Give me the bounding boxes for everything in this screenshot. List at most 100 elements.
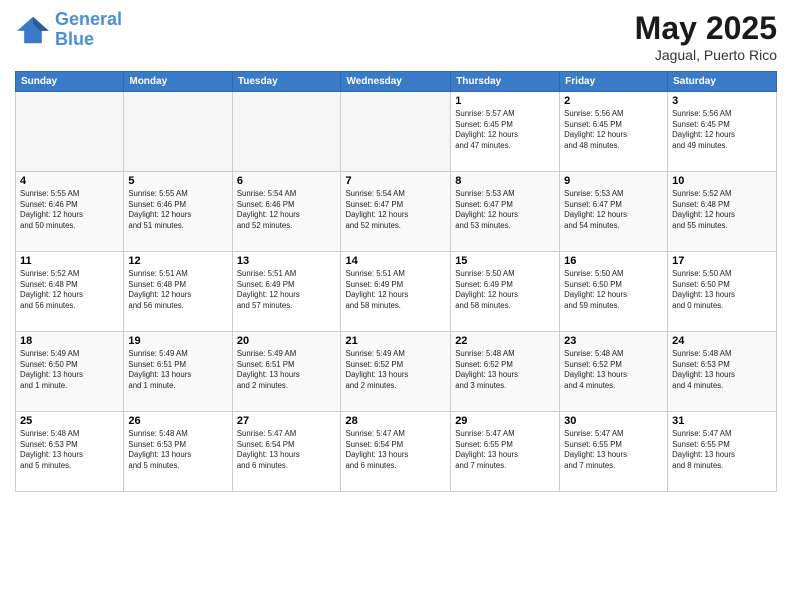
- day-number: 13: [237, 255, 337, 267]
- day-number: 18: [20, 335, 119, 347]
- day-number: 19: [128, 335, 227, 347]
- col-friday: Friday: [560, 72, 668, 92]
- table-row: 27 Sunrise: 5:47 AM Sunset: 6:54 PM Dayli…: [232, 412, 341, 492]
- day-info: Sunrise: 5:53 AM Sunset: 6:47 PM Dayligh…: [564, 189, 663, 231]
- day-number: 2: [564, 95, 663, 107]
- day-number: 29: [455, 415, 555, 427]
- day-info: Sunrise: 5:49 AM Sunset: 6:51 PM Dayligh…: [237, 349, 337, 391]
- day-info: Sunrise: 5:56 AM Sunset: 6:45 PM Dayligh…: [564, 109, 663, 151]
- page: General Blue May 2025 Jagual, Puerto Ric…: [0, 0, 792, 612]
- day-number: 27: [237, 415, 337, 427]
- table-row: 25 Sunrise: 5:48 AM Sunset: 6:53 PM Dayli…: [16, 412, 124, 492]
- day-info: Sunrise: 5:55 AM Sunset: 6:46 PM Dayligh…: [128, 189, 227, 231]
- day-number: 24: [672, 335, 772, 347]
- table-row: 4 Sunrise: 5:55 AM Sunset: 6:46 PM Daylig…: [16, 172, 124, 252]
- day-info: Sunrise: 5:51 AM Sunset: 6:49 PM Dayligh…: [237, 269, 337, 311]
- day-number: 3: [672, 95, 772, 107]
- day-info: Sunrise: 5:48 AM Sunset: 6:53 PM Dayligh…: [20, 429, 119, 471]
- calendar-week-row: 4 Sunrise: 5:55 AM Sunset: 6:46 PM Daylig…: [16, 172, 777, 252]
- table-row: 7 Sunrise: 5:54 AM Sunset: 6:47 PM Daylig…: [341, 172, 451, 252]
- day-info: Sunrise: 5:52 AM Sunset: 6:48 PM Dayligh…: [672, 189, 772, 231]
- day-number: 22: [455, 335, 555, 347]
- title-block: May 2025 Jagual, Puerto Rico: [635, 10, 777, 63]
- col-sunday: Sunday: [16, 72, 124, 92]
- table-row: 29 Sunrise: 5:47 AM Sunset: 6:55 PM Dayli…: [451, 412, 560, 492]
- day-number: 16: [564, 255, 663, 267]
- table-row: 13 Sunrise: 5:51 AM Sunset: 6:49 PM Dayli…: [232, 252, 341, 332]
- table-row: 24Sunrise: 5:48 AM Sunset: 6:53 PM Dayli…: [668, 332, 777, 412]
- day-number: 21: [345, 335, 446, 347]
- table-row: 20 Sunrise: 5:49 AM Sunset: 6:51 PM Dayli…: [232, 332, 341, 412]
- logo: General Blue: [15, 10, 122, 50]
- day-number: 20: [237, 335, 337, 347]
- table-row: 23Sunrise: 5:48 AM Sunset: 6:52 PM Dayli…: [560, 332, 668, 412]
- day-number: 17: [672, 255, 772, 267]
- table-row: 11 Sunrise: 5:52 AM Sunset: 6:48 PM Dayli…: [16, 252, 124, 332]
- table-row: 1Sunrise: 5:57 AM Sunset: 6:45 PM Daylig…: [451, 92, 560, 172]
- day-info: Sunrise: 5:48 AM Sunset: 6:53 PM Dayligh…: [128, 429, 227, 471]
- day-number: 25: [20, 415, 119, 427]
- table-row: 30 Sunrise: 5:47 AM Sunset: 6:55 PM Dayli…: [560, 412, 668, 492]
- table-row: 3 Sunrise: 5:56 AM Sunset: 6:45 PM Daylig…: [668, 92, 777, 172]
- table-row: 14Sunrise: 5:51 AM Sunset: 6:49 PM Dayli…: [341, 252, 451, 332]
- day-number: 30: [564, 415, 663, 427]
- day-number: 15: [455, 255, 555, 267]
- day-info: Sunrise: 5:49 AM Sunset: 6:52 PM Dayligh…: [345, 349, 446, 391]
- day-info: Sunrise: 5:55 AM Sunset: 6:46 PM Dayligh…: [20, 189, 119, 231]
- table-row: 2 Sunrise: 5:56 AM Sunset: 6:45 PM Daylig…: [560, 92, 668, 172]
- day-number: 31: [672, 415, 772, 427]
- table-row: 16 Sunrise: 5:50 AM Sunset: 6:50 PM Dayli…: [560, 252, 668, 332]
- table-row: 12Sunrise: 5:51 AM Sunset: 6:48 PM Dayli…: [124, 252, 232, 332]
- table-row: 15 Sunrise: 5:50 AM Sunset: 6:49 PM Dayli…: [451, 252, 560, 332]
- table-row: 10 Sunrise: 5:52 AM Sunset: 6:48 PM Dayli…: [668, 172, 777, 252]
- day-info: Sunrise: 5:53 AM Sunset: 6:47 PM Dayligh…: [455, 189, 555, 231]
- day-info: Sunrise: 5:47 AM Sunset: 6:55 PM Dayligh…: [455, 429, 555, 471]
- table-row: [16, 92, 124, 172]
- day-info: Sunrise: 5:47 AM Sunset: 6:55 PM Dayligh…: [564, 429, 663, 471]
- table-row: 6Sunrise: 5:54 AM Sunset: 6:46 PM Daylig…: [232, 172, 341, 252]
- day-number: 5: [128, 175, 227, 187]
- calendar-week-row: 11 Sunrise: 5:52 AM Sunset: 6:48 PM Dayli…: [16, 252, 777, 332]
- day-info: Sunrise: 5:50 AM Sunset: 6:49 PM Dayligh…: [455, 269, 555, 311]
- table-row: 5 Sunrise: 5:55 AM Sunset: 6:46 PM Daylig…: [124, 172, 232, 252]
- col-tuesday: Tuesday: [232, 72, 341, 92]
- table-row: 31 Sunrise: 5:47 AM Sunset: 6:55 PM Dayli…: [668, 412, 777, 492]
- day-info: Sunrise: 5:52 AM Sunset: 6:48 PM Dayligh…: [20, 269, 119, 311]
- day-info: Sunrise: 5:48 AM Sunset: 6:52 PM Dayligh…: [455, 349, 555, 391]
- table-row: 19 Sunrise: 5:49 AM Sunset: 6:51 PM Dayli…: [124, 332, 232, 412]
- day-number: 10: [672, 175, 772, 187]
- day-info: Sunrise: 5:47 AM Sunset: 6:54 PM Dayligh…: [237, 429, 337, 471]
- day-info: Sunrise: 5:50 AM Sunset: 6:50 PM Dayligh…: [564, 269, 663, 311]
- table-row: [341, 92, 451, 172]
- table-row: 26 Sunrise: 5:48 AM Sunset: 6:53 PM Dayli…: [124, 412, 232, 492]
- day-info: Sunrise: 5:56 AM Sunset: 6:45 PM Dayligh…: [672, 109, 772, 151]
- day-number: 7: [345, 175, 446, 187]
- day-info: Sunrise: 5:47 AM Sunset: 6:55 PM Dayligh…: [672, 429, 772, 471]
- day-number: 4: [20, 175, 119, 187]
- day-number: 1: [455, 95, 555, 107]
- table-row: 18 Sunrise: 5:49 AM Sunset: 6:50 PM Dayli…: [16, 332, 124, 412]
- day-info: Sunrise: 5:47 AM Sunset: 6:54 PM Dayligh…: [345, 429, 446, 471]
- table-row: 28Sunrise: 5:47 AM Sunset: 6:54 PM Dayli…: [341, 412, 451, 492]
- day-number: 11: [20, 255, 119, 267]
- day-number: 6: [237, 175, 337, 187]
- day-info: Sunrise: 5:48 AM Sunset: 6:52 PM Dayligh…: [564, 349, 663, 391]
- day-info: Sunrise: 5:54 AM Sunset: 6:47 PM Dayligh…: [345, 189, 446, 231]
- day-number: 14: [345, 255, 446, 267]
- day-number: 8: [455, 175, 555, 187]
- day-info: Sunrise: 5:49 AM Sunset: 6:50 PM Dayligh…: [20, 349, 119, 391]
- day-number: 26: [128, 415, 227, 427]
- table-row: [232, 92, 341, 172]
- day-info: Sunrise: 5:50 AM Sunset: 6:50 PM Dayligh…: [672, 269, 772, 311]
- col-wednesday: Wednesday: [341, 72, 451, 92]
- header: General Blue May 2025 Jagual, Puerto Ric…: [15, 10, 777, 63]
- table-row: 22 Sunrise: 5:48 AM Sunset: 6:52 PM Dayli…: [451, 332, 560, 412]
- logo-text: General Blue: [55, 10, 122, 50]
- table-row: [124, 92, 232, 172]
- day-info: Sunrise: 5:49 AM Sunset: 6:51 PM Dayligh…: [128, 349, 227, 391]
- day-info: Sunrise: 5:51 AM Sunset: 6:48 PM Dayligh…: [128, 269, 227, 311]
- day-number: 9: [564, 175, 663, 187]
- table-row: 8 Sunrise: 5:53 AM Sunset: 6:47 PM Daylig…: [451, 172, 560, 252]
- logo-icon: [15, 15, 51, 45]
- col-thursday: Thursday: [451, 72, 560, 92]
